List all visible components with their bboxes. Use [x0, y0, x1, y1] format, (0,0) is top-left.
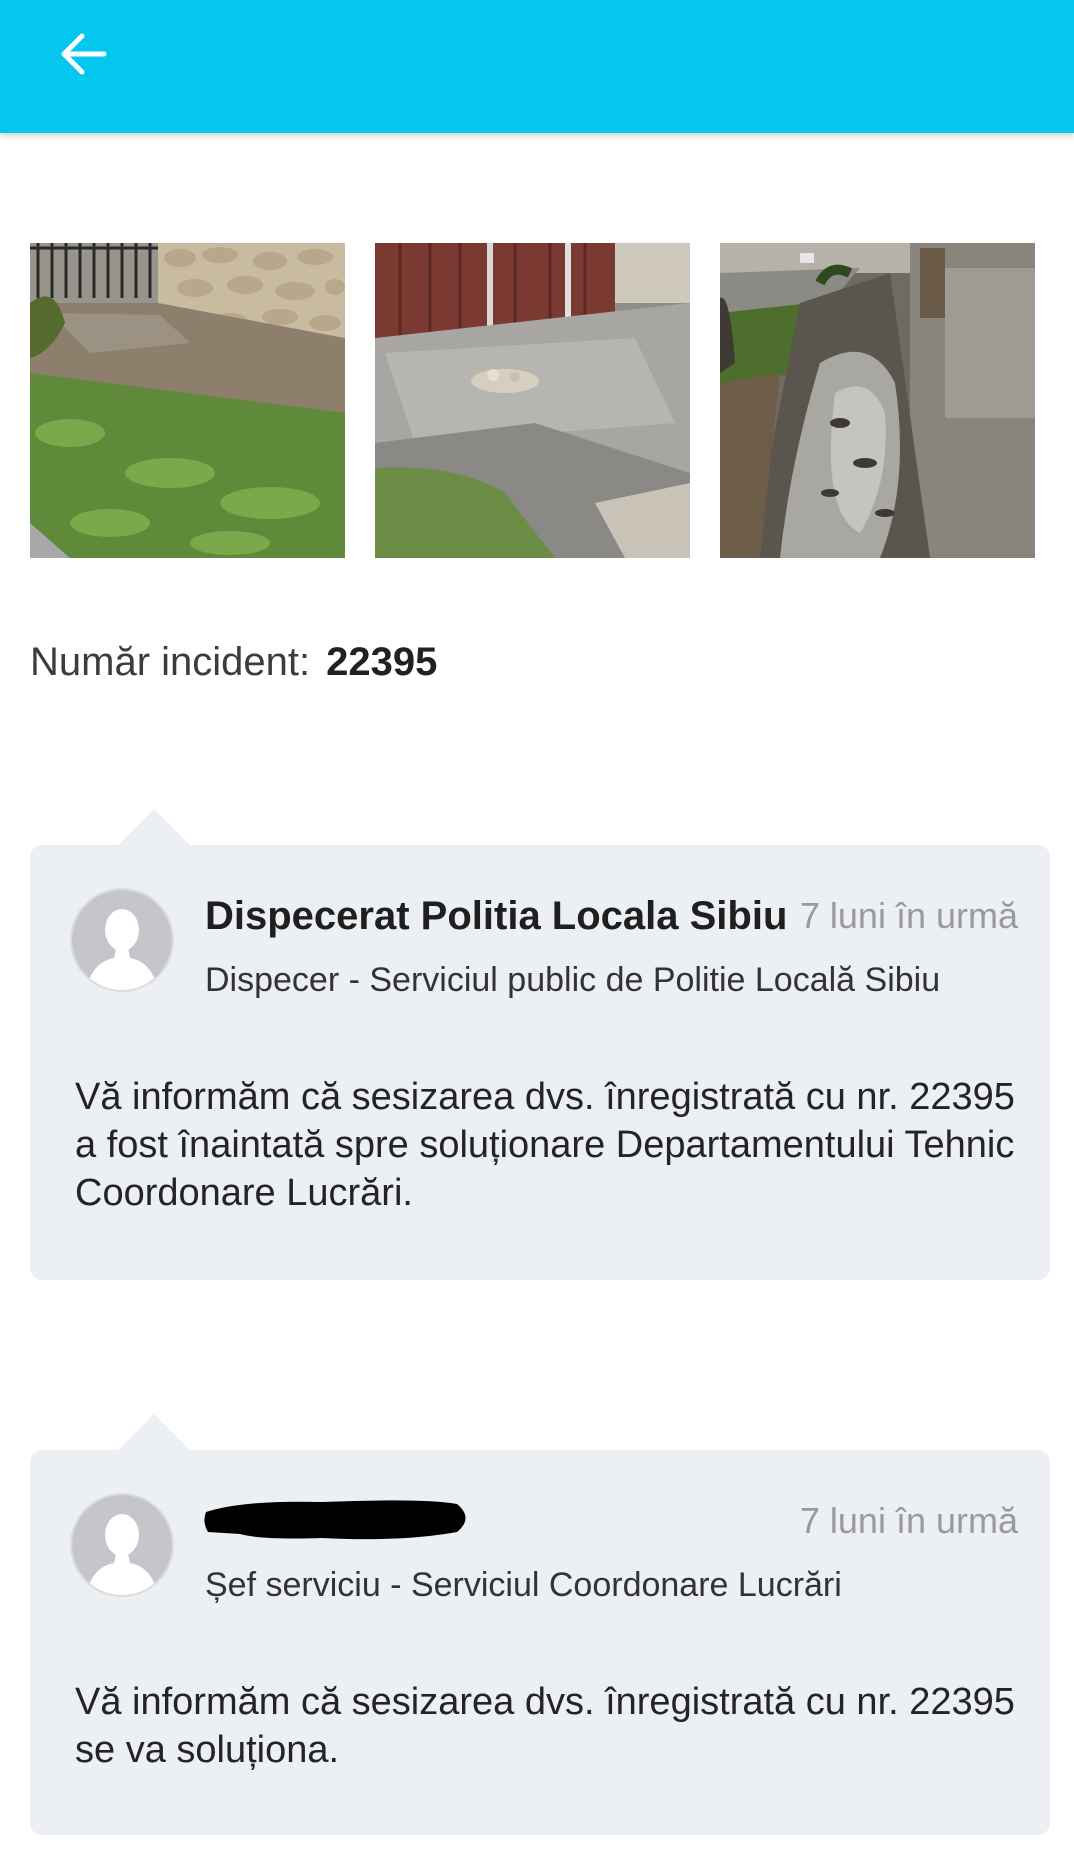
incident-photo-2[interactable] [375, 243, 690, 558]
incident-photos [30, 243, 1035, 558]
comment-timestamp: 7 luni în urmă [799, 1500, 1018, 1541]
user-placeholder-icon [72, 1495, 172, 1595]
avatar [72, 890, 172, 990]
incident-photo-1[interactable] [30, 243, 345, 558]
comment-message: Vă informăm că sesizarea dvs. înregistra… [75, 1681, 1015, 1771]
comment-message: Vă informăm că sesizarea dvs. înregistra… [75, 1076, 1015, 1214]
arrow-left-icon [61, 33, 107, 75]
user-placeholder-icon [72, 890, 172, 990]
comment-author: Dispecerat Politia Locala Sibiu [205, 894, 788, 938]
incident-number-value: 22395 [326, 640, 438, 684]
incident-number-row: Număr incident: 22395 [30, 636, 437, 688]
comment-timestamp: 7 luni în urmă [799, 895, 1018, 936]
redacted-author-name [202, 1492, 472, 1544]
comment-card: 7 luni în urmă Șef serviciu - Serviciul … [30, 1414, 1050, 1835]
comment-card: Dispecerat Politia Locala Sibiu 7 luni î… [30, 809, 1050, 1280]
avatar [72, 1495, 172, 1595]
comment-author-role: Dispecer - Serviciul public de Politie L… [205, 961, 941, 999]
app-bar [0, 0, 1074, 133]
incident-number-label: Număr incident: [30, 640, 311, 684]
back-button[interactable] [52, 22, 116, 86]
comment-author-role: Șef serviciu - Serviciul Coordonare Lucr… [205, 1566, 842, 1604]
incident-photo-3[interactable] [720, 243, 1035, 558]
